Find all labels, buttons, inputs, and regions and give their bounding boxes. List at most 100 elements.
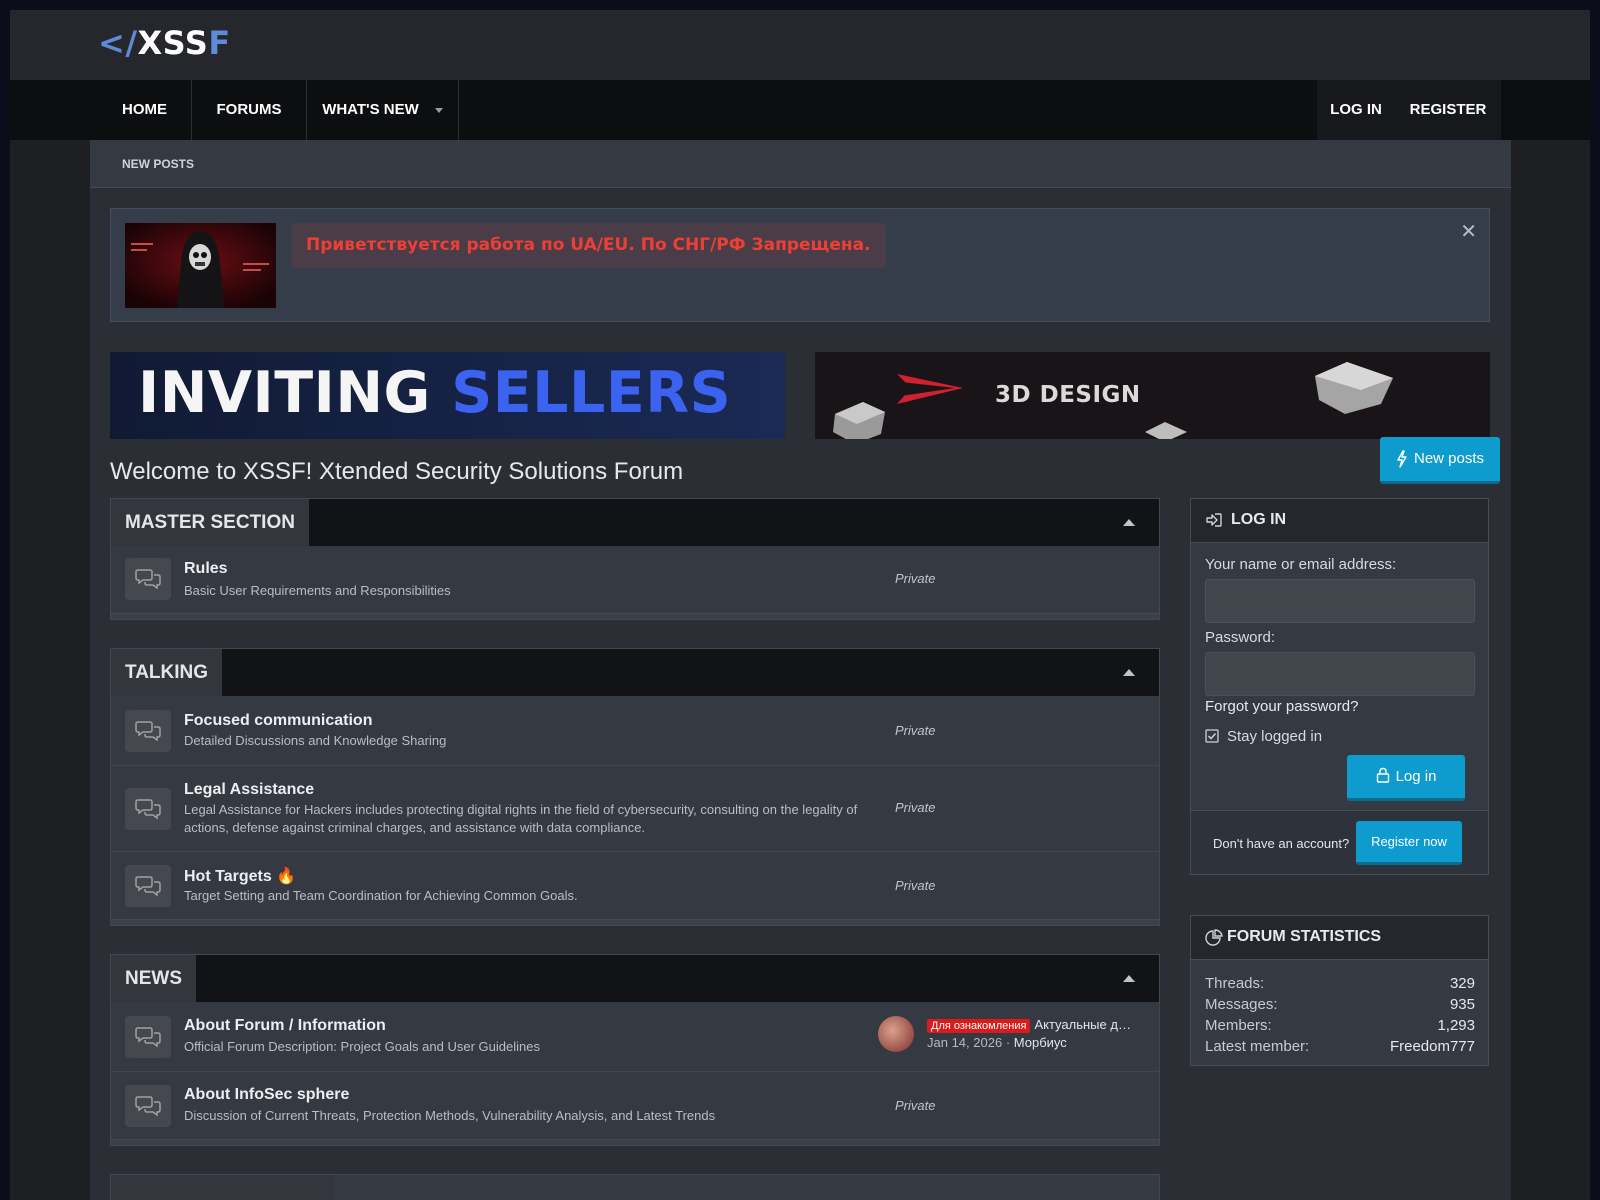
main-nav: HOME FORUMS WHAT'S NEW LOG IN REGISTER <box>10 80 1590 140</box>
username-input[interactable] <box>1205 579 1475 623</box>
sub-nav: NEW POSTS <box>90 140 1511 188</box>
latest-member-link[interactable]: Freedom777 <box>1390 1038 1475 1055</box>
stay-logged-in-label: Stay logged in <box>1227 728 1323 745</box>
stats-title: FORUM STATISTICS <box>1227 928 1382 945</box>
banner-right-text: 3D DESIGN <box>995 382 1141 408</box>
forum-node[interactable]: Rules Basic User Requirements and Respon… <box>111 546 1159 613</box>
caret-down-icon[interactable] <box>434 107 443 113</box>
latest-post-date[interactable]: Jan 14, 2026 <box>927 1035 1002 1050</box>
nav-account: LOG IN REGISTER <box>1317 80 1501 140</box>
forgot-password-link[interactable]: Forgot your password? <box>1205 698 1358 715</box>
nav-login[interactable]: LOG IN <box>1317 80 1395 140</box>
nav-forums[interactable]: FORUMS <box>192 80 307 140</box>
nav-whats-new-label: WHAT'S NEW <box>322 101 419 118</box>
stay-logged-in[interactable]: Stay logged in <box>1205 728 1322 745</box>
banner-left-white: INVITING <box>138 360 431 426</box>
stats-header: FORUM STATISTICS <box>1191 916 1488 960</box>
latest-post-thread[interactable]: Для ознакомления Актуальные д… <box>927 1017 1132 1033</box>
section-talking: TALKING Focused communication Detailed D… <box>110 648 1160 926</box>
forum-node[interactable]: Focused communication Detailed Discussio… <box>111 696 1159 765</box>
node-description: Discussion of Current Threats, Protectio… <box>184 1108 716 1123</box>
node-title[interactable]: About Forum / Information <box>184 1017 386 1035</box>
node-description: Official Forum Description: Project Goal… <box>184 1039 540 1054</box>
checkbox-checked-icon[interactable] <box>1205 729 1219 743</box>
site-logo[interactable]: </XSSF <box>98 24 231 62</box>
forum-node[interactable]: About Forum / Information Official Forum… <box>111 1002 1159 1071</box>
hacker-image <box>125 223 276 308</box>
section-header: TALKING <box>111 649 1159 696</box>
new-posts-label: New posts <box>1413 450 1485 467</box>
stat-value: 1,293 <box>1437 1017 1475 1034</box>
stat-latest-member: Latest member: Freedom777 <box>1205 1038 1475 1055</box>
nav-home[interactable]: HOME <box>98 80 192 140</box>
section-header: NEWS <box>111 955 1159 1002</box>
node-status: Private <box>895 723 936 738</box>
banner-left-blue: SELLERS <box>451 360 732 426</box>
node-title[interactable]: About InfoSec sphere <box>184 1086 349 1104</box>
node-title[interactable]: Focused communication <box>184 712 372 730</box>
forum-node[interactable]: About InfoSec sphere Discussion of Curre… <box>111 1071 1159 1139</box>
login-widget: LOG IN Your name or email address: Passw… <box>1190 498 1489 875</box>
caret-up-icon[interactable] <box>1123 975 1135 982</box>
forum-node[interactable]: Hot Targets 🔥 Target Setting and Team Co… <box>111 851 1159 919</box>
subnav-new-posts[interactable]: NEW POSTS <box>122 157 194 171</box>
lock-icon <box>1376 767 1389 783</box>
main-content: NEW POSTS Приветствуется работа по UA/EU… <box>90 140 1511 1200</box>
thread-prefix-badge: Для ознакомления <box>927 1019 1031 1033</box>
node-status: Private <box>895 878 936 893</box>
stat-label: Messages: <box>1205 996 1278 1013</box>
stat-messages: Messages: 935 <box>1205 996 1475 1013</box>
logo-main: XSS <box>137 24 209 62</box>
section-title[interactable]: MASTER SECTION <box>111 499 309 546</box>
latest-thread-title: Актуальные д… <box>1034 1017 1131 1032</box>
close-icon[interactable]: ✕ <box>1460 219 1477 244</box>
section-footer <box>111 1139 1159 1145</box>
stat-value: 329 <box>1449 975 1475 992</box>
caret-up-icon[interactable] <box>1123 669 1135 676</box>
comments-icon <box>125 1085 171 1127</box>
avatar[interactable] <box>878 1016 914 1052</box>
nav-register[interactable]: REGISTER <box>1395 80 1501 140</box>
password-input[interactable] <box>1205 652 1475 696</box>
section-title[interactable]: TALKING <box>111 649 223 696</box>
fire-icon: 🔥 <box>276 868 297 885</box>
node-title[interactable]: Hot Targets 🔥 <box>184 866 296 886</box>
section-title[interactable]: NEWS <box>111 955 196 1002</box>
stat-members: Members: 1,293 <box>1205 1017 1475 1034</box>
section-header: MASTER SECTION <box>111 499 1159 546</box>
node-description: Target Setting and Team Coordination for… <box>184 888 578 903</box>
nav-whats-new[interactable]: WHAT'S NEW <box>307 80 459 140</box>
section-news: NEWS About Forum / Information Official … <box>110 954 1160 1146</box>
pie-chart-icon <box>1205 929 1223 946</box>
stat-threads: Threads: 329 <box>1205 975 1475 992</box>
logo-prefix: </ <box>98 24 138 62</box>
stat-label: Threads: <box>1205 975 1265 992</box>
login-title: LOG IN <box>1231 511 1287 528</box>
node-title[interactable]: Rules <box>184 560 228 578</box>
register-now-button[interactable]: Register now <box>1356 821 1462 865</box>
notice-text: Приветствуется работа по UA/EU. По СНГ/Р… <box>291 223 886 268</box>
node-description: Legal Assistance for Hackers includes pr… <box>184 802 858 835</box>
section-next <box>110 1174 1160 1200</box>
caret-up-icon[interactable] <box>1123 519 1135 526</box>
node-title[interactable]: Legal Assistance <box>184 781 314 799</box>
comments-icon <box>125 558 171 600</box>
new-posts-button[interactable]: New posts <box>1380 437 1500 484</box>
register-row: Don't have an account? Register now <box>1191 810 1488 874</box>
password-label: Password: <box>1205 629 1276 646</box>
logo-suffix: F <box>208 24 231 62</box>
comments-icon <box>125 1016 171 1058</box>
latest-post-user[interactable]: Морбиус <box>1014 1035 1067 1050</box>
sign-in-icon <box>1206 513 1222 527</box>
banner-inviting-sellers[interactable]: INVITING SELLERS <box>110 352 785 439</box>
forum-statistics-widget: FORUM STATISTICS Threads: 329 Messages: 93… <box>1190 915 1489 1066</box>
section-master: MASTER SECTION Rules Basic User Requirem… <box>110 498 1160 620</box>
comments-icon <box>125 710 171 752</box>
site-header: </XSSF <box>10 10 1590 80</box>
login-button[interactable]: Log in <box>1347 755 1465 801</box>
forum-node[interactable]: Legal Assistance Legal Assistance for Ha… <box>111 765 1159 851</box>
page-frame: </XSSF HOME FORUMS WHAT'S NEW LOG IN REG… <box>10 10 1590 1200</box>
comments-icon <box>125 788 171 830</box>
banner-3d-design[interactable]: 3D DESIGN <box>815 352 1490 439</box>
node-description: Detailed Discussions and Knowledge Shari… <box>184 733 447 748</box>
